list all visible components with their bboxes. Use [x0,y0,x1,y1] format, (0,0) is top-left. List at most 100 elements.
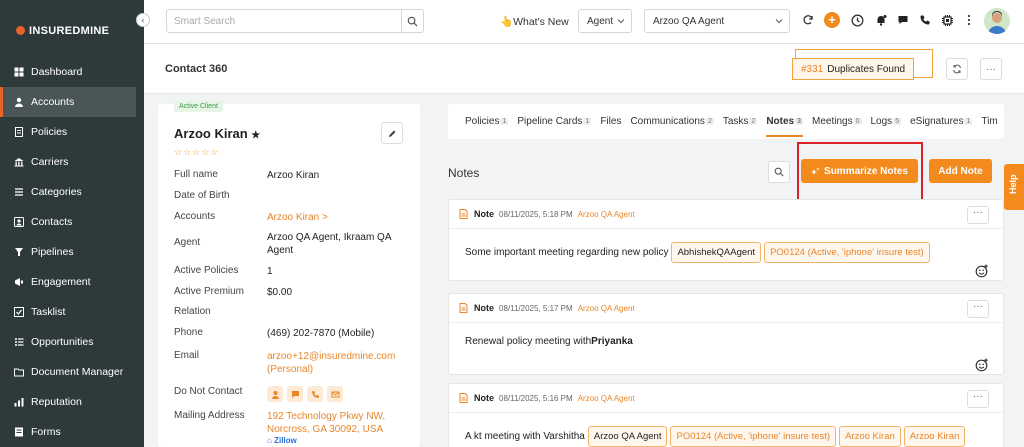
note-more-button[interactable]: ··· [967,300,989,318]
dob-label: Date of Birth [174,190,230,201]
agent-select[interactable]: Arzoo QA Agent [644,9,790,33]
sidebar-item-label: Policies [31,126,68,138]
add-reaction-icon[interactable] [975,358,989,372]
role-select[interactable]: Agent [578,9,632,33]
sidebar-item-engagement[interactable]: Engagement [0,267,144,297]
search-button[interactable] [401,10,423,32]
sidebar-collapse-button[interactable]: ‹ [136,13,150,27]
contact-card: Active Client Arzoo Kiran ★ ☆☆☆☆☆ Full n… [158,101,420,447]
sidebar-item-tasklist[interactable]: Tasklist [0,297,144,327]
mention-tag[interactable]: PO0124 (Active, 'iphone' insure test) [670,426,837,447]
page-title: Contact 360 [165,63,228,75]
sidebar-item-categories[interactable]: Categories [0,177,144,207]
mailing-address-value[interactable]: 192 Technology Pkwy NW, Norcross, GA 3009… [267,410,385,436]
divider [449,228,1003,229]
phone-icon[interactable] [918,13,932,27]
mention-tag[interactable]: Arzoo Kiran [903,426,966,447]
note-more-button[interactable]: ··· [967,206,989,224]
ai-chip-icon[interactable] [940,13,954,27]
edit-contact-button[interactable] [381,122,403,144]
rating-stars[interactable]: ☆☆☆☆☆ [174,147,219,158]
mention-tag[interactable]: PO0124 (Active, 'iphone' insure test) [764,242,930,263]
sidebar-item-label: Document Manager [31,366,124,378]
tab-tasks[interactable]: Tasks 2 [723,116,758,127]
note-icon [459,393,468,403]
note-agent[interactable]: Arzoo QA Agent [578,210,635,219]
star-icon: ★ [251,130,261,141]
more-vertical-icon[interactable] [962,13,976,27]
note-agent[interactable]: Arzoo QA Agent [578,394,635,403]
sidebar-item-document-manager[interactable]: Document Manager [0,357,144,387]
sidebar-item-opportunities[interactable]: Opportunities [0,327,144,357]
contacts-icon [14,217,24,227]
tab-communications[interactable]: Communications 2 [630,116,714,127]
tab-policies[interactable]: Policies 1 [465,116,509,127]
phone-value[interactable]: (469) 202-7870 (Mobile) [267,327,374,340]
search-icon [774,167,784,177]
tab-meetings[interactable]: Meetings 0 [812,116,862,127]
sms-icon[interactable] [287,386,303,402]
smart-search-input[interactable] [167,10,401,32]
add-reaction-icon[interactable] [975,264,989,278]
contact-name: Arzoo Kiran ★ [174,126,261,141]
relation-label: Relation [174,306,211,317]
clock-icon[interactable] [850,13,864,27]
divider [449,322,1003,323]
note-card: Note 08/11/2025, 5:18 PM Arzoo QA Agent ···… [448,199,1004,281]
sidebar-item-label: Forms [31,426,61,438]
tab-notes[interactable]: Notes 3 [766,116,804,137]
accounts-link[interactable]: Arzoo Kiran > [267,211,328,224]
categories-icon [14,187,24,197]
header-more-button[interactable]: ··· [980,58,1002,80]
sidebar: INSUREDMINE Dashboard Accounts Policies Car… [0,0,144,447]
add-note-button[interactable]: Add Note [929,159,992,183]
sparkle-icon [811,166,821,175]
note-more-button[interactable]: ··· [967,390,989,408]
sidebar-item-pipelines[interactable]: Pipelines [0,237,144,267]
bell-icon[interactable] [874,13,888,27]
tab-esignatures[interactable]: eSignatures 1 [910,116,973,127]
note-label: Note [474,393,494,403]
note-agent[interactable]: Arzoo QA Agent [578,304,635,313]
sidebar-item-label: Categories [31,186,82,198]
tab-logs[interactable]: Logs 5 [871,116,902,127]
tab-count-badge: 1 [583,118,592,125]
user-avatar[interactable] [984,8,1010,34]
summarize-notes-button[interactable]: Summarize Notes [801,159,918,183]
sidebar-item-label: Tasklist [31,306,66,318]
note-header: Note 08/11/2025, 5:17 PM Arzoo QA Agent [459,303,635,313]
brand-logo[interactable]: INSUREDMINE [16,25,109,37]
duplicates-found-button[interactable]: #331 Duplicates Found [792,58,915,80]
pipelines-icon [14,247,24,257]
tab-tim[interactable]: Tim [981,116,997,127]
notes-search-button[interactable] [768,161,790,183]
sidebar-item-accounts[interactable]: Accounts [0,87,136,117]
whats-new-link[interactable]: 👆What's New [500,15,569,28]
sidebar-item-forms[interactable]: Forms [0,417,144,447]
help-tab[interactable]: Help [1004,164,1024,210]
mention-tag[interactable]: Arzoo QA Agent [587,426,668,447]
agent-label: Agent [174,237,201,248]
mail-icon[interactable] [327,386,343,402]
sidebar-item-dashboard[interactable]: Dashboard [0,57,144,87]
refresh-icon[interactable] [801,13,815,27]
tab-files[interactable]: Files [600,116,621,127]
reputation-icon [14,397,24,407]
status-badge: Active Client [174,101,223,112]
person-icon[interactable] [267,386,283,402]
sync-button[interactable] [946,58,968,80]
mention-tag[interactable]: AbhishekQAAgent [671,242,762,263]
mention-tag[interactable]: Arzoo Kiran [839,426,901,447]
sidebar-item-carriers[interactable]: Carriers [0,147,144,177]
sidebar-item-policies[interactable]: Policies [0,117,144,147]
phone-icon[interactable] [307,386,323,402]
chat-icon[interactable] [896,13,910,27]
active-premium-label: Active Premium [174,286,245,297]
quick-add-button[interactable]: + [824,12,840,28]
zillow-link[interactable]: ⌂ Zillow [267,436,297,445]
email-value[interactable]: arzoo+12@insuredmine.com (Personal) [267,350,395,376]
tab-pipeline-cards[interactable]: Pipeline Cards 1 [517,116,592,127]
engagement-icon [14,277,24,287]
sidebar-item-contacts[interactable]: Contacts [0,207,144,237]
sidebar-item-reputation[interactable]: Reputation [0,387,144,417]
